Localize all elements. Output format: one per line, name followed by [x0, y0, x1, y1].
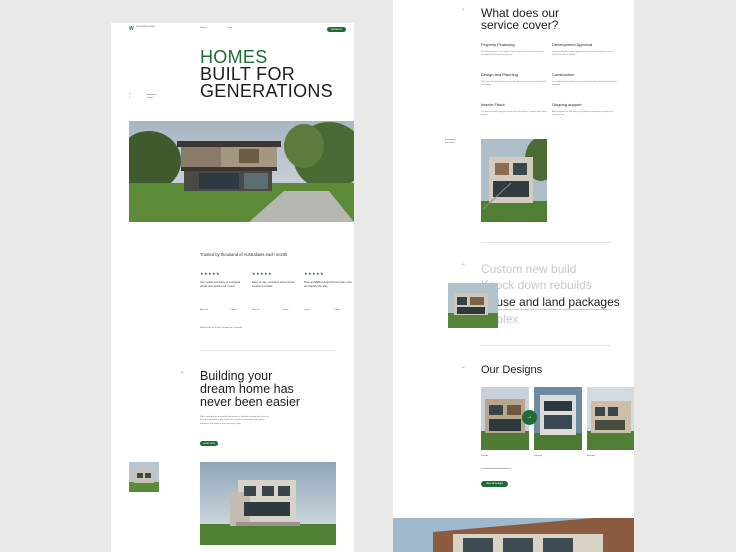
service-item: Construction Our builders deliver qualit…	[552, 72, 618, 87]
nav-item-homes[interactable]: Homes	[200, 27, 207, 30]
services-title-line2: service cover?	[481, 18, 559, 32]
logo-mark[interactable]: W	[129, 27, 134, 32]
active-type-underline	[481, 309, 611, 310]
type-preview-photo	[448, 283, 498, 328]
review-card: ★★★★★ Now an $800 receipt this the team …	[304, 271, 352, 321]
service-body: Work with our designers to create a floo…	[481, 81, 546, 86]
design-name[interactable]: Granite	[481, 455, 488, 458]
design-name[interactable]: Bayside	[587, 455, 595, 458]
service-item: Interior Fitout Our interior team brings…	[481, 102, 547, 117]
service-body: Our builders deliver quality constructio…	[552, 81, 617, 86]
section-divider	[481, 242, 611, 243]
contact-button[interactable]: Contact us	[327, 27, 346, 32]
nav-item-land[interactable]: Land	[227, 27, 232, 30]
rating-stars: ★★★★★	[200, 271, 220, 276]
service-item: Development Approval Our team handles co…	[552, 42, 618, 57]
hero-side-text: Australian homes	[147, 94, 157, 99]
design-card-image[interactable]	[534, 387, 582, 450]
service-item: Design and Planning Work with our design…	[481, 72, 547, 87]
carousel-progress	[481, 468, 511, 469]
section-number: 02	[181, 372, 184, 374]
hero-title-line1: HOMES	[200, 47, 268, 67]
review-text: Now an $800 receipt this the team can we…	[304, 280, 352, 288]
hero-house-photo	[129, 121, 354, 222]
type-house-and-land-packages[interactable]: House and land packages	[481, 294, 620, 310]
service-title: Construction	[552, 72, 575, 77]
footer-house-photo	[393, 518, 634, 552]
service-body: Our finance experts can help you find th…	[481, 51, 544, 56]
services-house-photo	[481, 139, 547, 222]
homepage-panel: W WILLOUGHBY HOMES Homes Land Contact us…	[111, 23, 354, 552]
rated-note: Rated 4.8/5 on 2,000+ reviews on Trustpi…	[200, 327, 243, 329]
services-side-note: Everything you need	[445, 139, 456, 144]
view-all-designs-button[interactable]: View all designs	[481, 481, 508, 487]
service-title: Interior Fitout	[481, 102, 505, 107]
review-card: ★★★★★ Very quick and easy to complete wh…	[200, 271, 248, 321]
service-title: Property Financing	[481, 42, 515, 47]
review-text: Very quick and easy to complete whole wa…	[200, 280, 241, 288]
type-custom-new-build[interactable]: Custom new build	[481, 261, 576, 277]
service-body: After handover we stay with you, providi…	[552, 111, 613, 116]
review-author: Anton B.	[200, 309, 209, 311]
section-number: 01	[462, 9, 465, 11]
arrow-right-icon[interactable]: →	[522, 410, 537, 425]
review-date: 3 days	[334, 309, 341, 311]
service-title: Development Approval	[552, 42, 593, 47]
rating-stars: ★★★★★	[304, 271, 324, 276]
review-author: Nina R.	[252, 309, 260, 311]
service-title: Design and Planning	[481, 72, 518, 77]
hero-title-line3: GENERATIONS	[200, 81, 333, 101]
service-item: Ongoing support After handover we stay w…	[552, 102, 618, 117]
building-house-photo	[200, 462, 336, 545]
section-number: 03	[462, 264, 465, 266]
services-panel: 01 What does our service cover? Property…	[393, 0, 634, 552]
review-date: 2 days	[282, 309, 289, 311]
building-body: We're proud to be trusted by thousands o…	[200, 416, 269, 425]
service-item: Property Financing Our finance experts c…	[481, 42, 547, 57]
designs-title: Our Designs	[481, 364, 543, 376]
trusted-heading: Trusted by thousand of Australians each …	[200, 252, 288, 257]
hero-side-number: 2	[129, 97, 131, 99]
small-house-thumbnail	[129, 462, 159, 492]
design-card-image[interactable]	[587, 387, 634, 450]
review-card: ★★★★★ Easy to use, excellent and prompt …	[252, 271, 300, 321]
review-date: 1 week	[230, 309, 237, 311]
hero-side-letter: S	[129, 93, 131, 95]
logo-text: WILLOUGHBY HOMES	[136, 26, 156, 28]
logo-letter: W	[129, 26, 134, 32]
hero-title-line2: BUILT FOR	[200, 64, 296, 84]
section-number: 04	[462, 367, 465, 369]
rating-stars: ★★★★★	[252, 271, 272, 276]
review-text: Easy to use, excellent and prompt servic…	[252, 280, 295, 288]
section-divider	[200, 350, 336, 351]
service-title: Ongoing support	[552, 102, 582, 107]
design-name[interactable]: Islington	[534, 455, 542, 458]
section-divider	[481, 345, 611, 346]
building-title-line3: never been easier	[200, 395, 301, 409]
service-body: Our team handles council approvals, perm…	[552, 51, 614, 56]
review-author: Liam T.	[304, 309, 312, 311]
learn-more-button[interactable]: Learn more	[200, 441, 218, 446]
service-body: Our interior team brings your home to li…	[481, 111, 547, 116]
